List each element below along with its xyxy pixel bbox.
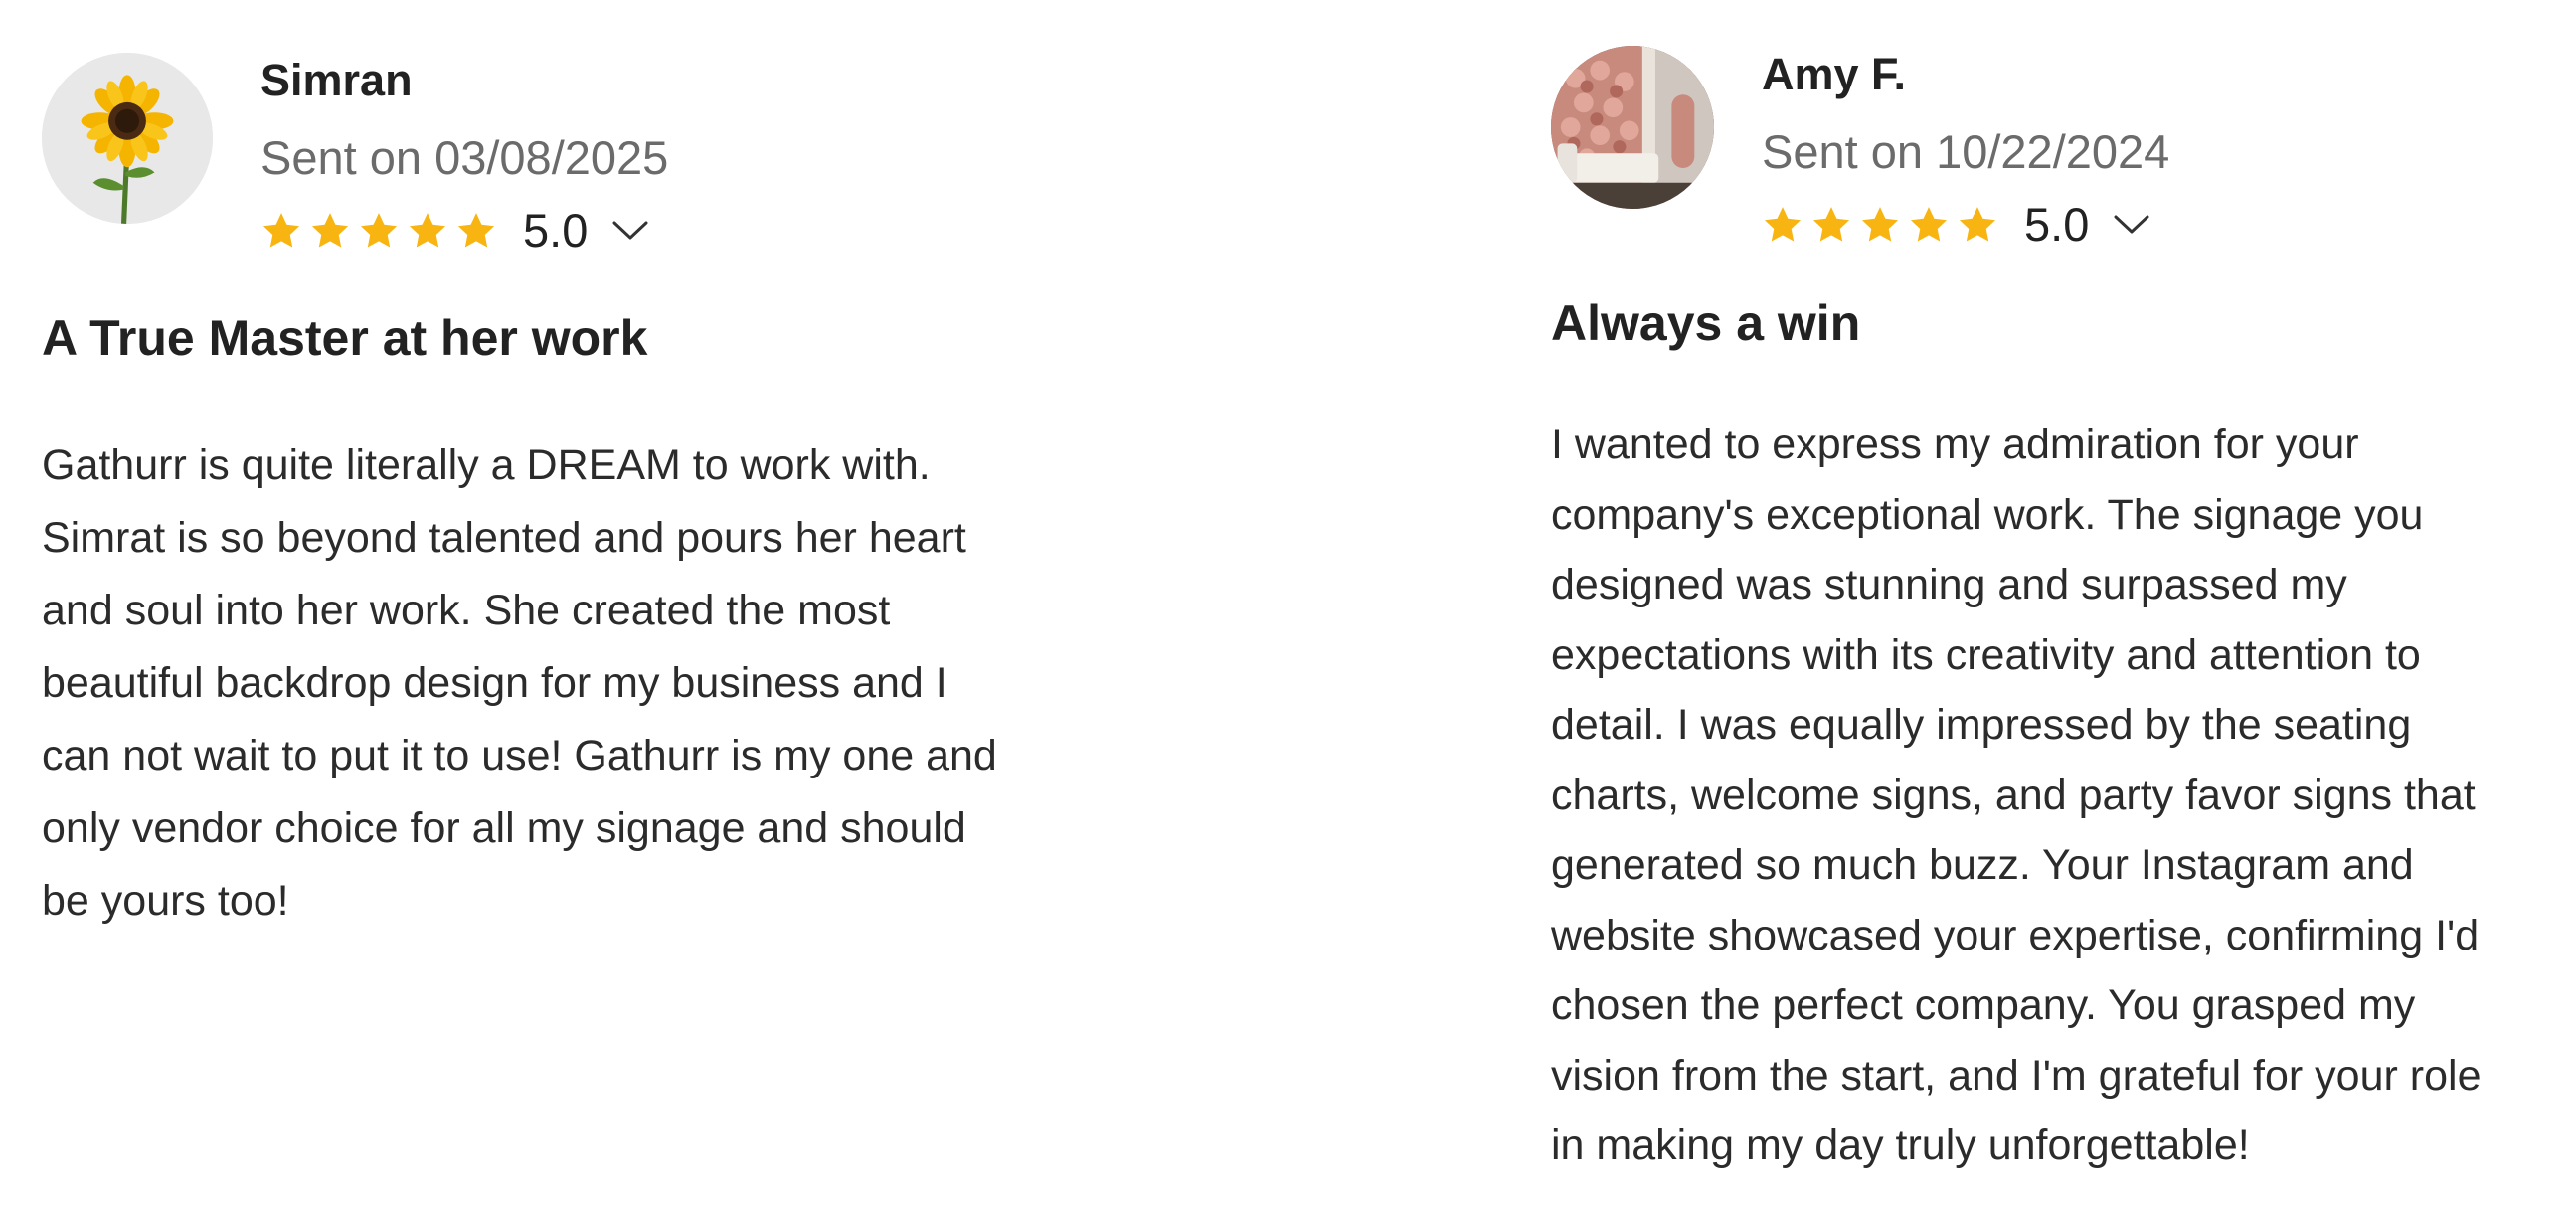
avatar <box>42 53 213 224</box>
review-header: Amy F. Sent on 10/22/2024 5.0 <box>1551 0 2575 259</box>
star-icon <box>407 210 448 252</box>
star-rating <box>260 210 497 252</box>
star-icon <box>1810 204 1852 246</box>
star-icon <box>1908 204 1950 246</box>
author-name: Simran <box>260 55 413 105</box>
star-icon <box>1859 204 1901 246</box>
rating-row: 5.0 <box>1762 201 2169 248</box>
review-title: A True Master at her work <box>42 310 648 366</box>
star-icon <box>1762 204 1803 246</box>
avatar <box>1551 46 1714 209</box>
flower-wall-room-icon <box>1551 46 1714 209</box>
star-icon <box>260 210 302 252</box>
chevron-down-icon[interactable] <box>2113 213 2150 237</box>
sent-date: Sent on 03/08/2025 <box>260 131 669 184</box>
star-icon <box>455 210 497 252</box>
star-icon <box>358 210 400 252</box>
review-meta: Amy F. Sent on 10/22/2024 5.0 <box>1762 52 2169 248</box>
rating-score: 5.0 <box>2024 198 2090 251</box>
star-icon <box>309 210 351 252</box>
chevron-down-icon[interactable] <box>611 219 649 243</box>
review-card: Simran Sent on 03/08/2025 5.0 A True Mas… <box>42 0 1135 925</box>
sent-date: Sent on 10/22/2024 <box>1762 125 2170 178</box>
star-rating <box>1762 204 1998 246</box>
star-icon <box>1957 204 1998 246</box>
sunflower-icon <box>42 53 213 224</box>
review-body: Gathurr is quite literally a DREAM to wo… <box>42 441 997 925</box>
review-body: I wanted to express my admiration for yo… <box>1551 421 2482 1169</box>
review-header: Simran Sent on 03/08/2025 5.0 <box>42 0 1135 259</box>
rating-score: 5.0 <box>523 204 589 257</box>
review-meta: Simran Sent on 03/08/2025 5.0 <box>260 58 668 254</box>
author-name: Amy F. <box>1762 49 1907 99</box>
review-title: Always a win <box>1551 295 1861 351</box>
review-card: Amy F. Sent on 10/22/2024 5.0 Always a w… <box>1551 0 2575 1169</box>
rating-row: 5.0 <box>260 207 668 254</box>
